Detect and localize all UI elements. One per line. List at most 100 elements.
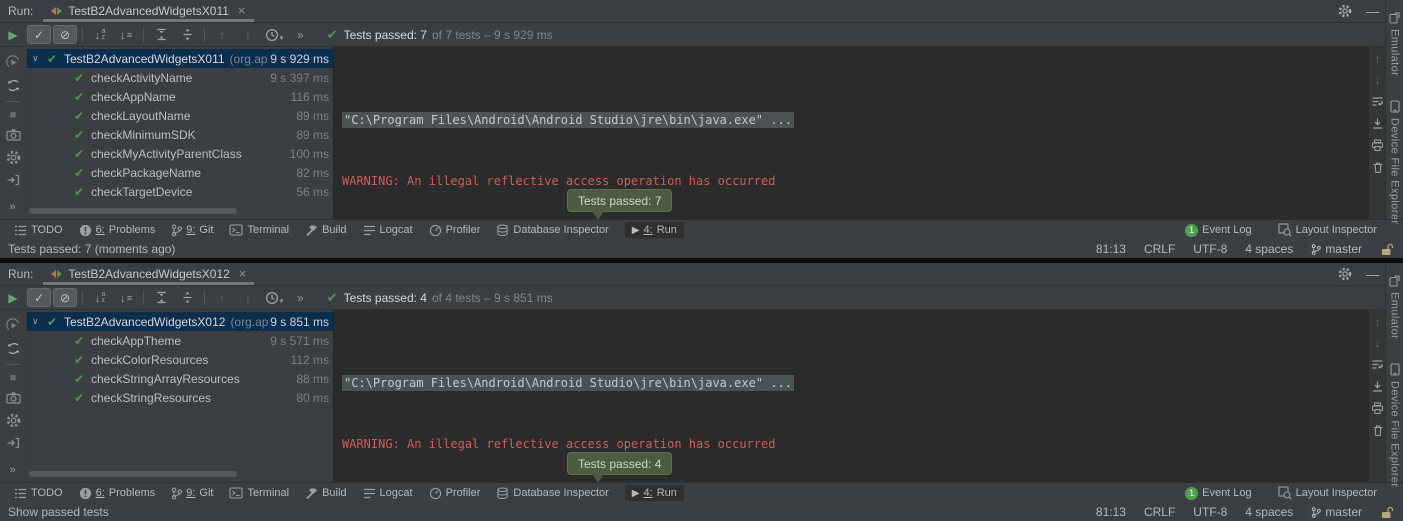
clear-console-trash-icon[interactable] <box>1372 161 1384 174</box>
indent-style[interactable]: 4 spaces <box>1245 242 1293 256</box>
up-stack-trace-icon[interactable]: ↑ <box>1375 53 1381 65</box>
file-encoding[interactable]: UTF-8 <box>1193 242 1227 256</box>
toolbar-profiler-button[interactable]: Profiler <box>429 224 481 237</box>
show-ignored-toggle[interactable]: ⊘ <box>53 25 77 44</box>
test-tree-row[interactable]: ∨ ✔ checkStringResources 80 ms <box>27 388 333 407</box>
line-ending[interactable]: CRLF <box>1144 242 1175 256</box>
test-tree-row[interactable]: ∨ ✔ checkStringArrayResources 88 ms <box>27 369 333 388</box>
toolbar-run-button[interactable]: ▶4:Run <box>625 485 684 501</box>
lock-unlocked-icon[interactable] <box>1380 506 1393 519</box>
show-passed-toggle[interactable]: ✓ <box>27 25 51 44</box>
next-occurrence-button[interactable]: ↓ <box>236 288 260 307</box>
git-branch-widget[interactable]: master <box>1311 242 1362 256</box>
sort-alphabetically-button[interactable]: ↓az <box>88 288 112 307</box>
rerun-icon[interactable] <box>6 55 21 70</box>
hide-panel-icon[interactable]: — <box>1366 4 1379 19</box>
hide-panel-icon[interactable]: — <box>1366 267 1379 282</box>
toolbar-problems-button[interactable]: 6:Problems <box>79 224 156 237</box>
collapse-all-button[interactable] <box>175 25 199 44</box>
test-tree-row[interactable]: ∨ ✔ checkActivityName 9 s 397 ms <box>27 68 333 87</box>
stop-icon[interactable]: ■ <box>10 110 17 120</box>
tree-horizontal-scrollbar[interactable] <box>29 208 237 214</box>
event-log-button[interactable]: 1Event Log <box>1185 223 1252 237</box>
test-tree-row[interactable]: ∨ ✔ checkAppTheme 9 s 571 ms <box>27 331 333 350</box>
run-tab[interactable]: TestB2AdvancedWidgetsX011 × <box>43 0 253 22</box>
toolbar-run-button[interactable]: ▶4:Run <box>625 222 684 238</box>
rerun-button[interactable]: ▶ <box>0 291 26 305</box>
run-tab[interactable]: TestB2AdvancedWidgetsX012 × <box>43 263 254 285</box>
test-history-button[interactable]: ▾ <box>262 288 286 307</box>
indent-style[interactable]: 4 spaces <box>1245 505 1293 519</box>
expand-all-button[interactable] <box>149 288 173 307</box>
toolbar-terminal-button[interactable]: Terminal <box>229 224 289 236</box>
import-test-results-icon[interactable] <box>6 173 20 187</box>
toolbar-build-button[interactable]: Build <box>305 487 346 500</box>
next-occurrence-button[interactable]: ↓ <box>236 25 260 44</box>
toolbar-build-button[interactable]: Build <box>305 224 346 237</box>
stop-icon[interactable]: ■ <box>10 373 17 383</box>
caret-position[interactable]: 81:13 <box>1096 242 1126 256</box>
git-branch-widget[interactable]: master <box>1311 505 1362 519</box>
screenshot-camera-icon[interactable] <box>6 391 21 405</box>
toolbar-problems-button[interactable]: 6:Problems <box>79 487 156 500</box>
tree-horizontal-scrollbar[interactable] <box>29 471 237 477</box>
down-stack-trace-icon[interactable]: ↓ <box>1375 74 1381 86</box>
caret-position[interactable]: 81:13 <box>1096 505 1126 519</box>
settings-gear-icon[interactable] <box>1338 267 1352 281</box>
test-tree-row[interactable]: ∨ ✔ checkAppName 116 ms <box>27 87 333 106</box>
previous-occurrence-button[interactable]: ↑ <box>210 25 234 44</box>
more-actions-icon[interactable]: » <box>297 291 305 305</box>
toolbar-logcat-button[interactable]: Logcat <box>363 224 413 236</box>
up-stack-trace-icon[interactable]: ↑ <box>1375 316 1381 328</box>
print-icon[interactable] <box>1371 402 1384 415</box>
test-tree-row[interactable]: ∨ ✔ checkMyActivityParentClass 100 ms <box>27 144 333 163</box>
rerun-button[interactable]: ▶ <box>0 28 26 42</box>
layout-inspector-button[interactable]: Layout Inspector <box>1278 486 1377 500</box>
previous-occurrence-button[interactable]: ↑ <box>210 288 234 307</box>
toolbar-logcat-button[interactable]: Logcat <box>363 487 413 499</box>
sort-by-duration-button[interactable]: ↓≡ <box>114 288 138 307</box>
settings-gear-icon[interactable] <box>1338 4 1352 18</box>
more-tool-icons[interactable]: » <box>9 201 16 213</box>
clear-console-trash-icon[interactable] <box>1372 424 1384 437</box>
import-test-results-icon[interactable] <box>6 436 20 450</box>
rerun-icon[interactable] <box>6 318 21 333</box>
toolbar-todo-button[interactable]: TODO <box>14 224 63 236</box>
tab-emulator[interactable]: Emulator <box>1389 12 1401 76</box>
collapse-all-button[interactable] <box>175 288 199 307</box>
toolbar-git-button[interactable]: 9:Git <box>171 224 213 237</box>
expand-all-button[interactable] <box>149 25 173 44</box>
toolbar-todo-button[interactable]: TODO <box>14 487 63 499</box>
tab-device-file-explorer[interactable]: Device File Explorer <box>1389 363 1401 487</box>
show-ignored-toggle[interactable]: ⊘ <box>53 288 77 307</box>
more-tool-icons[interactable]: » <box>9 464 16 476</box>
test-tree-row[interactable]: ∨ ✔ checkMinimumSDK 89 ms <box>27 125 333 144</box>
show-passed-toggle[interactable]: ✓ <box>27 288 51 307</box>
test-tree-row[interactable]: ∨ ✔ checkColorResources 112 ms <box>27 350 333 369</box>
screenshot-camera-icon[interactable] <box>6 128 21 142</box>
scroll-to-end-icon[interactable] <box>1371 380 1384 393</box>
test-tree-row[interactable]: ∨ ✔ TestB2AdvancedWidgetsX012 (org.ap 9 … <box>27 312 333 331</box>
lock-unlocked-icon[interactable] <box>1380 243 1393 256</box>
test-settings-gear-icon[interactable] <box>6 150 21 165</box>
toolbar-terminal-button[interactable]: Terminal <box>229 487 289 499</box>
test-tree-row[interactable]: ∨ ✔ checkTargetDevice 56 ms <box>27 182 333 201</box>
down-stack-trace-icon[interactable]: ↓ <box>1375 337 1381 349</box>
chevron-expanded-icon[interactable]: ∨ <box>32 53 47 64</box>
rerun-failed-tests-icon[interactable] <box>6 341 21 356</box>
test-tree-row[interactable]: ∨ ✔ checkPackageName 82 ms <box>27 163 333 182</box>
toolbar-profiler-button[interactable]: Profiler <box>429 487 481 500</box>
test-settings-gear-icon[interactable] <box>6 413 21 428</box>
print-icon[interactable] <box>1371 139 1384 152</box>
sort-by-duration-button[interactable]: ↓≡ <box>114 25 138 44</box>
more-actions-icon[interactable]: » <box>297 28 305 42</box>
scroll-to-end-icon[interactable] <box>1371 117 1384 130</box>
test-tree-row[interactable]: ∨ ✔ TestB2AdvancedWidgetsX011 (org.ap 9 … <box>27 49 333 68</box>
file-encoding[interactable]: UTF-8 <box>1193 505 1227 519</box>
toolbar-git-button[interactable]: 9:Git <box>171 487 213 500</box>
test-history-button[interactable]: ▾ <box>262 25 286 44</box>
soft-wrap-icon[interactable] <box>1371 358 1384 371</box>
rerun-failed-tests-icon[interactable] <box>6 78 21 93</box>
soft-wrap-icon[interactable] <box>1371 95 1384 108</box>
sort-alphabetically-button[interactable]: ↓az <box>88 25 112 44</box>
